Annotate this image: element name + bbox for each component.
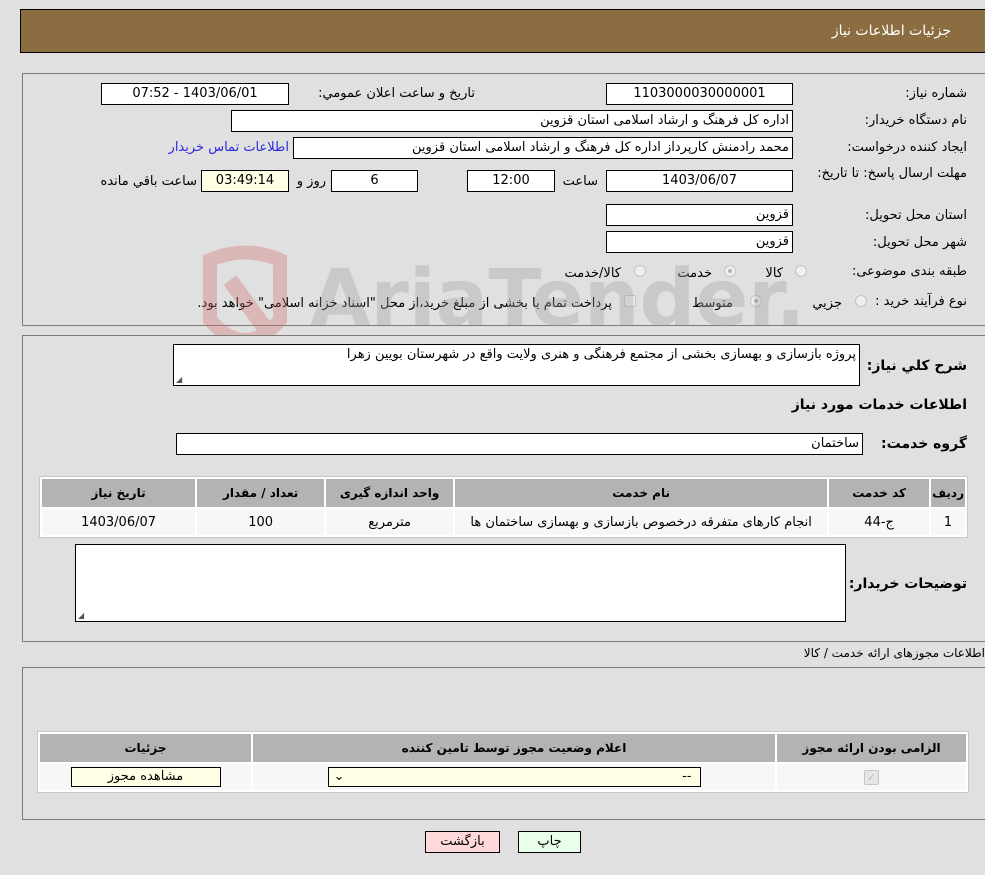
summary-label: شرح کلي نیاز: — [866, 358, 967, 374]
permit-required-checkbox[interactable]: ✓ — [864, 769, 879, 785]
treasury-checkbox[interactable] — [624, 295, 636, 307]
service-group-label: گروه خدمت: — [881, 436, 967, 452]
cell-unit: مترمربع — [326, 509, 454, 535]
category-option-goods: کالا — [765, 266, 783, 281]
province-field: قزوین — [606, 204, 793, 226]
service-group-field: ساختمان — [176, 433, 863, 455]
deadline-date-field: 1403/06/07 — [606, 170, 793, 192]
permit-status-value: -- — [682, 769, 692, 784]
permit-status-select[interactable]: -- ⌄ — [327, 767, 701, 787]
days-remaining-field: 6 — [331, 170, 418, 192]
cell-permit-status: -- ⌄ — [253, 764, 775, 790]
deadline-label: مهلت ارسال پاسخ: تا تاریخ: — [817, 166, 967, 181]
print-button[interactable]: چاپ — [518, 831, 581, 853]
category-radio-service[interactable] — [724, 265, 736, 277]
days-label: روز و — [296, 174, 326, 189]
resize-grip-icon[interactable]: ◢ — [78, 611, 84, 620]
services-table: ردیف کد خدمت نام خدمت واحد اندازه گیری ت… — [39, 476, 968, 538]
buyer-notes-label: توضیحات خریدار: — [848, 576, 967, 592]
announce-date-field: 1403/06/01 - 07:52 — [101, 83, 289, 105]
view-permit-button[interactable]: مشاهده مجوز — [70, 767, 221, 787]
table-row: ✓ -- ⌄ مشاهده مجوز — [40, 764, 966, 790]
buyer-org-field: اداره کل فرهنگ و ارشاد اسلامی استان قزوی… — [231, 110, 793, 132]
province-label: استان محل تحویل: — [865, 208, 967, 223]
chevron-down-icon: ⌄ — [333, 769, 345, 784]
cell-row-number: 1 — [931, 509, 965, 535]
time-remaining-field: 03:49:14 — [201, 170, 289, 192]
page-header: جزئیات اطلاعات نیاز — [20, 9, 985, 53]
col-permit-status: اعلام وضعیت مجوز توسط تامین کننده — [253, 734, 775, 762]
resize-grip-icon[interactable]: ◢ — [176, 375, 182, 384]
services-table-header: ردیف کد خدمت نام خدمت واحد اندازه گیری ت… — [42, 479, 965, 507]
category-option-service: خدمت — [677, 266, 712, 281]
col-service-name: نام خدمت — [455, 479, 828, 507]
process-type-label: نوع فرآیند خرید : — [875, 294, 967, 309]
cell-service-code: ج-44 — [829, 509, 930, 535]
buyer-org-label: نام دستگاه خریدار: — [864, 113, 967, 128]
need-number-label: شماره نیاز: — [905, 86, 967, 101]
page-title: جزئیات اطلاعات نیاز — [831, 23, 951, 39]
process-option-minor: جزيي — [812, 296, 842, 311]
col-quantity: تعداد / مقدار — [197, 479, 325, 507]
summary-text: پروژه بازسازی و بهسازی بخشی از مجتمع فره… — [346, 347, 856, 362]
cell-service-name: انجام کارهای متفرقه درخصوص بازسازی و بهس… — [455, 509, 828, 535]
col-need-date: تاریخ نیاز — [42, 479, 196, 507]
cell-permit-details: مشاهده مجوز — [40, 764, 251, 790]
city-field: قزوین — [606, 231, 793, 253]
announce-date-label: تاریخ و ساعت اعلان عمومي: — [318, 86, 475, 101]
process-radio-minor[interactable] — [855, 295, 867, 307]
col-permit-required: الزامی بودن ارائه مجوز — [777, 734, 966, 762]
city-label: شهر محل تحویل: — [872, 235, 967, 250]
table-row: 1 ج-44 انجام کارهای متفرقه درخصوص بازساز… — [42, 509, 965, 535]
col-unit: واحد اندازه گیری — [326, 479, 454, 507]
services-heading: اطلاعات خدمات مورد نیاز — [791, 397, 967, 413]
time-remaining-label: ساعت باقي مانده — [100, 174, 197, 189]
creator-label: ایجاد کننده درخواست: — [847, 140, 967, 155]
col-row-number: ردیف — [931, 479, 965, 507]
deadline-time-label: ساعت — [562, 174, 598, 189]
buyer-notes-textarea[interactable]: ◢ — [75, 544, 846, 622]
cell-permit-required: ✓ — [777, 764, 966, 790]
process-option-medium: متوسط — [692, 296, 733, 311]
permits-table-header: الزامی بودن ارائه مجوز اعلام وضعیت مجوز … — [40, 734, 966, 762]
category-radio-goods-service[interactable] — [634, 265, 646, 277]
col-permit-details: جزئیات — [40, 734, 251, 762]
permits-heading: اطلاعات مجوزهای ارائه خدمت / کالا — [803, 646, 985, 660]
summary-textarea[interactable]: پروژه بازسازی و بهسازی بخشی از مجتمع فره… — [173, 344, 860, 386]
process-radio-medium[interactable] — [750, 295, 762, 307]
permits-table: الزامی بودن ارائه مجوز اعلام وضعیت مجوز … — [37, 731, 969, 793]
creator-field: محمد رادمنش کارپرداز اداره کل فرهنگ و ار… — [293, 137, 793, 159]
cell-quantity: 100 — [197, 509, 325, 535]
category-option-goods-service: کالا/خدمت — [564, 266, 621, 281]
back-button[interactable]: بازگشت — [425, 831, 500, 853]
col-service-code: کد خدمت — [829, 479, 930, 507]
deadline-time-field: 12:00 — [467, 170, 555, 192]
cell-need-date: 1403/06/07 — [42, 509, 196, 535]
need-number-field: 1103000030000001 — [606, 83, 793, 105]
treasury-note: پرداخت تمام یا بخشی از مبلغ خرید،از محل … — [197, 296, 612, 311]
category-radio-goods[interactable] — [795, 265, 807, 277]
buyer-contact-link[interactable]: اطلاعات تماس خریدار — [169, 140, 289, 155]
category-label: طبقه بندی موضوعی: — [851, 264, 967, 279]
